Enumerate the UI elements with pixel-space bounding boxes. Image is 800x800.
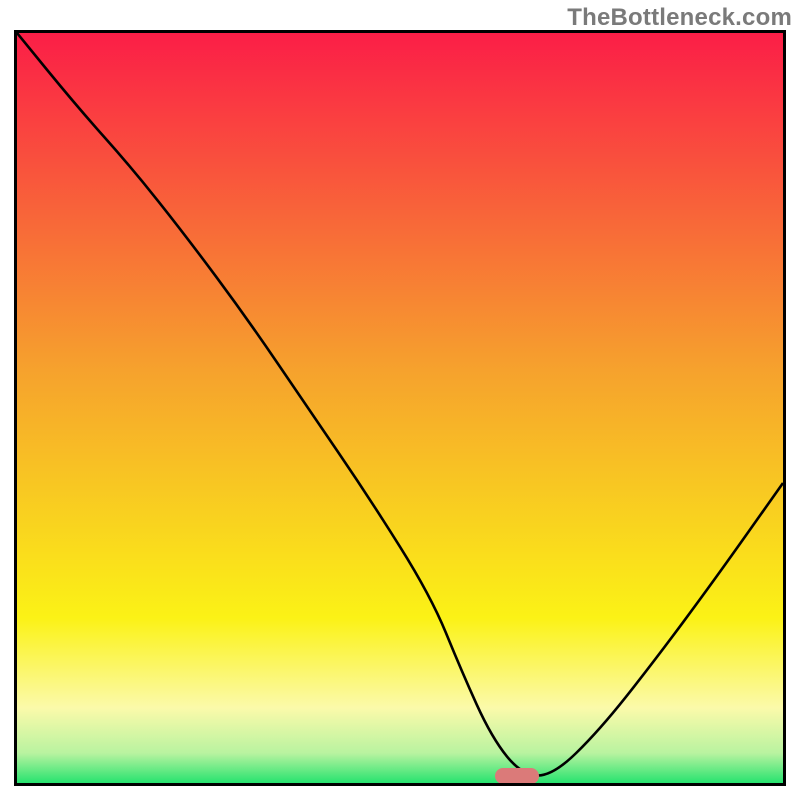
watermark-text: TheBottleneck.com xyxy=(567,4,792,32)
curve-path xyxy=(17,33,783,776)
optimal-marker xyxy=(495,768,539,784)
chart-container: TheBottleneck.com xyxy=(0,0,800,800)
bottleneck-curve xyxy=(17,33,783,783)
plot-area xyxy=(14,30,786,786)
